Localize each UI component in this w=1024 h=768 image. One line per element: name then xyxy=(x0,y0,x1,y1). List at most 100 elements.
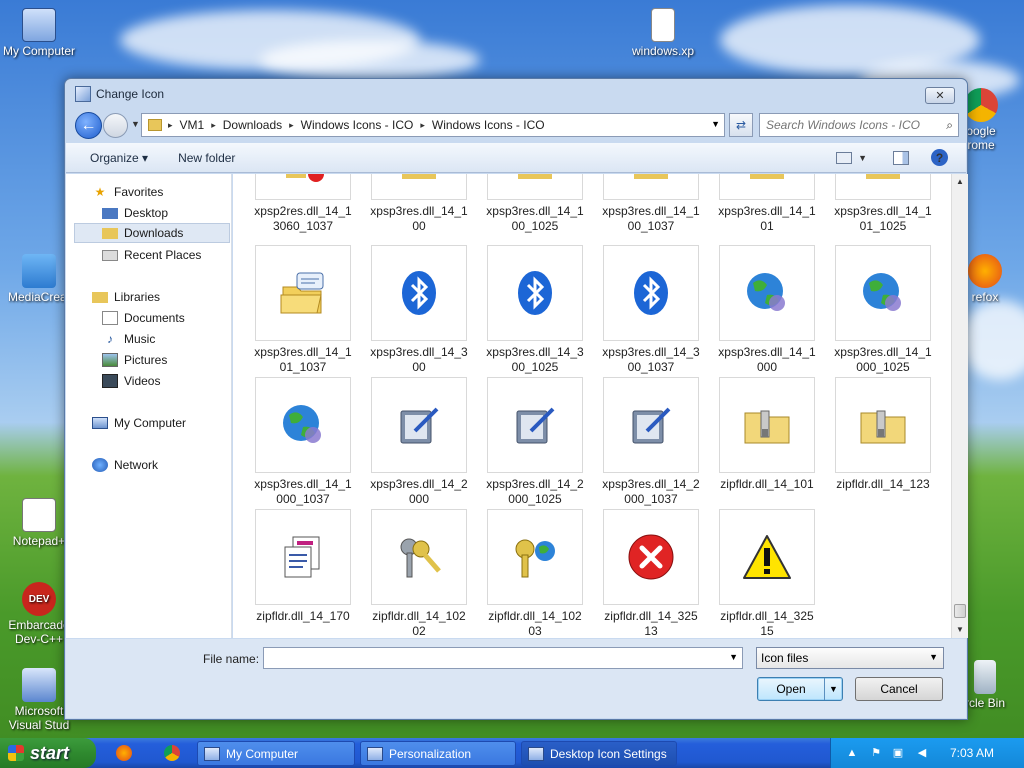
search-input[interactable] xyxy=(766,118,931,132)
desktop-icon-windows-xp[interactable]: windows.xp xyxy=(624,8,702,58)
file-item[interactable]: xpsp3res.dll_14_1 00_1037 xyxy=(593,174,709,234)
recycle-bin-icon xyxy=(974,660,996,694)
vertical-scrollbar[interactable]: ▲ ▼ xyxy=(951,174,968,638)
file-type-select[interactable]: Icon files ▼ xyxy=(756,647,944,669)
file-name: xpsp3res.dll_14_2 000 xyxy=(370,477,468,506)
scroll-down-icon[interactable]: ▼ xyxy=(952,622,968,638)
scroll-up-icon[interactable]: ▲ xyxy=(952,174,968,190)
file-item[interactable]: xpsp3res.dll_14_1 01_1025 xyxy=(825,174,941,234)
breadcrumb-item[interactable]: VM1 xyxy=(180,118,205,132)
task-desktop-icon-settings[interactable]: Desktop Icon Settings xyxy=(521,741,677,766)
address-dropdown-icon[interactable]: ▼ xyxy=(711,119,720,129)
file-thumbnail xyxy=(719,377,815,473)
file-item[interactable]: zipfldr.dll_14_123 xyxy=(825,377,941,492)
file-item[interactable]: zipfldr.dll_14_102 03 xyxy=(477,509,593,638)
scroll-thumb[interactable] xyxy=(954,604,966,618)
file-item[interactable]: zipfldr.dll_14_325 13 xyxy=(593,509,709,638)
file-item[interactable]: xpsp3res.dll_14_1 01_1037 xyxy=(245,245,361,375)
chrome-quicklaunch-icon[interactable] xyxy=(164,745,180,761)
close-button[interactable]: ✕ xyxy=(925,87,955,104)
keys-icon xyxy=(400,538,441,578)
breadcrumb-item[interactable]: Downloads xyxy=(223,118,282,132)
nav-music[interactable]: ♪ Music xyxy=(102,329,155,349)
desktop-icon-my-computer[interactable]: My Computer xyxy=(0,8,78,58)
windows-logo-icon xyxy=(8,745,24,761)
nav-downloads[interactable]: Downloads xyxy=(74,223,230,243)
chevron-right-icon[interactable]: ▸ xyxy=(168,120,173,131)
nav-desktop[interactable]: Desktop xyxy=(102,203,168,223)
open-dropdown-icon[interactable]: ▼ xyxy=(824,678,842,700)
file-name: xpsp3res.dll_14_1 000 xyxy=(718,345,816,374)
chevron-right-icon[interactable]: ▸ xyxy=(289,120,294,131)
back-button[interactable]: ← xyxy=(75,112,102,139)
file-item[interactable]: xpsp3res.dll_14_2 000 xyxy=(361,377,477,507)
new-folder-button[interactable]: New folder xyxy=(170,151,243,165)
file-item[interactable]: xpsp3res.dll_14_1 000 xyxy=(709,245,825,375)
zip-folder-icon xyxy=(860,410,906,444)
personalization-icon xyxy=(367,746,383,761)
show-hidden-icons-icon[interactable]: ▲ xyxy=(845,746,859,760)
view-dropdown-icon[interactable]: ▼ xyxy=(858,153,867,163)
file-item[interactable]: xpsp3res.dll_14_3 00_1025 xyxy=(477,245,593,375)
file-thumbnail xyxy=(719,174,815,200)
breadcrumb-item[interactable]: Windows Icons - ICO xyxy=(432,118,545,132)
search-icon[interactable]: ⌕ xyxy=(946,118,953,133)
dev-cpp-icon: DEV xyxy=(22,582,56,616)
system-tray: ▲ ⚑ ▣ ◀ 7:03 AM xyxy=(830,738,1024,768)
file-item[interactable]: xpsp3res.dll_14_1 00_1025 xyxy=(477,174,593,234)
open-button[interactable]: Open ▼ xyxy=(757,677,843,701)
address-bar[interactable]: ▸ VM1 ▸ Downloads ▸ Windows Icons - ICO … xyxy=(141,113,725,137)
file-item[interactable]: xpsp3res.dll_14_1 00 xyxy=(361,174,477,234)
file-item[interactable]: zipfldr.dll_14_170 xyxy=(245,509,361,624)
clock[interactable]: 7:03 AM xyxy=(950,746,994,760)
nav-documents[interactable]: Documents xyxy=(102,308,185,328)
search-box[interactable]: ⌕ xyxy=(759,113,959,137)
file-item[interactable]: xpsp3res.dll_14_1 000_1025 xyxy=(825,245,941,375)
start-button[interactable]: start xyxy=(0,738,96,768)
refresh-button[interactable]: ⇄ xyxy=(729,113,753,137)
file-item[interactable]: xpsp3res.dll_14_1 000_1037 xyxy=(245,377,361,507)
file-item[interactable]: zipfldr.dll_14_101 xyxy=(709,377,825,492)
nav-pictures[interactable]: Pictures xyxy=(102,350,167,370)
file-item[interactable]: xpsp3res.dll_14_3 00_1037 xyxy=(593,245,709,375)
file-thumbnail xyxy=(255,377,351,473)
action-center-icon[interactable]: ⚑ xyxy=(869,746,883,760)
organize-button[interactable]: Organize ▾ xyxy=(82,151,156,165)
file-item[interactable]: xpsp3res.dll_14_3 00 xyxy=(361,245,477,375)
bluetooth-icon xyxy=(634,271,668,315)
file-thumbnail xyxy=(487,509,583,605)
recent-pages-dropdown-icon[interactable]: ▼ xyxy=(131,119,140,129)
dialog-titlebar[interactable]: Change Icon ✕ xyxy=(65,79,967,109)
volume-muted-icon[interactable]: ◀ xyxy=(915,746,929,760)
forward-button[interactable] xyxy=(103,113,128,138)
nav-videos[interactable]: Videos xyxy=(102,371,160,391)
back-arrow-icon: ← xyxy=(80,116,97,134)
file-item[interactable]: zipfldr.dll_14_102 02 xyxy=(361,509,477,638)
file-item[interactable]: xpsp3res.dll_14_1 01 xyxy=(709,174,825,234)
nav-network[interactable]: Network xyxy=(92,455,158,475)
file-name-dropdown-icon[interactable]: ▼ xyxy=(729,652,738,662)
firefox-quicklaunch-icon[interactable] xyxy=(116,745,132,761)
breadcrumb-item[interactable]: Windows Icons - ICO xyxy=(301,118,414,132)
task-my-computer[interactable]: My Computer xyxy=(197,741,355,766)
file-item[interactable]: xpsp2res.dll_14_1 3060_1037 xyxy=(245,174,361,234)
network-tray-icon[interactable]: ▣ xyxy=(891,746,905,760)
chevron-right-icon[interactable]: ▸ xyxy=(420,120,425,131)
chevron-right-icon[interactable]: ▸ xyxy=(211,120,216,131)
task-personalization[interactable]: Personalization xyxy=(360,741,516,766)
cancel-button[interactable]: Cancel xyxy=(855,677,943,701)
help-icon[interactable]: ? xyxy=(931,149,948,166)
nav-libraries[interactable]: Libraries xyxy=(92,287,160,307)
file-name-input[interactable]: ▼ xyxy=(263,647,743,669)
dialog-app-icon xyxy=(75,86,91,102)
refresh-icon: ⇄ xyxy=(735,118,747,132)
nav-favorites[interactable]: ★ Favorites xyxy=(92,182,164,202)
file-item[interactable]: xpsp3res.dll_14_2 000_1037 xyxy=(593,377,709,507)
preview-pane-icon[interactable] xyxy=(893,150,909,165)
change-view-icon[interactable] xyxy=(836,151,853,164)
network-icon xyxy=(92,458,108,472)
nav-my-computer[interactable]: My Computer xyxy=(92,413,186,433)
file-item[interactable]: xpsp3res.dll_14_2 000_1025 xyxy=(477,377,593,507)
file-item[interactable]: zipfldr.dll_14_325 15 xyxy=(709,509,825,638)
nav-recent-places[interactable]: Recent Places xyxy=(102,245,201,265)
